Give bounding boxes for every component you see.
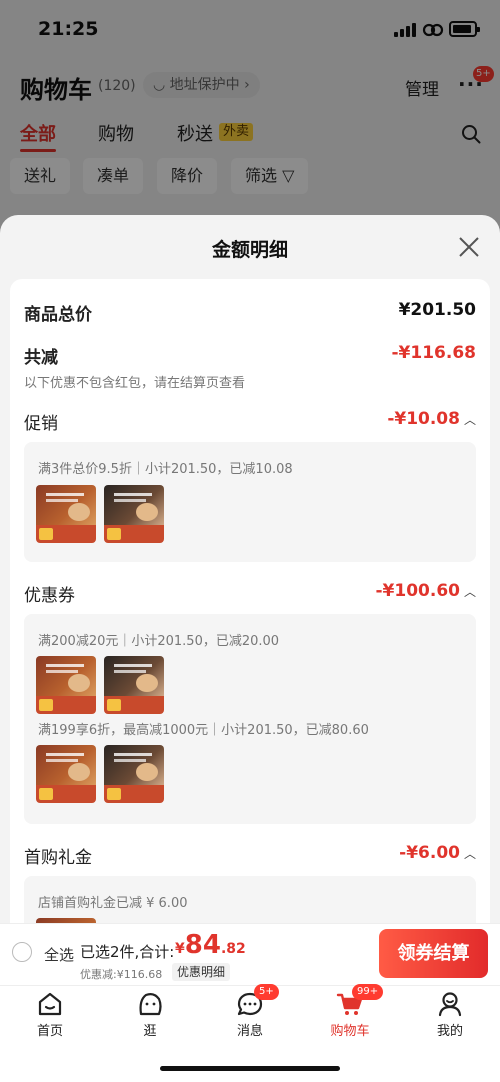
chevron-up-icon: ︿ <box>463 413 476 427</box>
product-thumb[interactable] <box>104 485 164 543</box>
tabbar-cart[interactable]: 99+ 购物车 <box>300 984 400 1046</box>
tabbar-profile[interactable]: 我的 <box>400 986 500 1046</box>
sheet-title: 金额明细 <box>211 239 288 261</box>
close-icon[interactable] <box>458 236 480 258</box>
tabbar-label: 逛 <box>143 1024 157 1039</box>
goods-total-value: ¥201.50 <box>398 300 476 320</box>
chevron-up-icon: ︿ <box>463 847 476 861</box>
tabbar-explore[interactable]: 逛 <box>100 986 200 1046</box>
coupon-toggle[interactable]: -¥100.60 ︿ <box>375 581 476 601</box>
total-integer: 84 <box>184 930 221 960</box>
total-decimal: .82 <box>220 941 246 957</box>
select-all-radio[interactable] <box>12 942 32 962</box>
goods-total-label: 商品总价 <box>24 305 92 325</box>
discount-detail-link[interactable]: 优惠明细 <box>172 963 231 981</box>
promotion-toggle[interactable]: -¥10.08 ︿ <box>387 409 476 429</box>
amount-detail-card: 商品总价 ¥201.50 共减 -¥116.68 以下优惠不包含红包，请在结算页… <box>10 279 490 999</box>
reduction-note: 以下优惠不包含红包，请在结算页查看 <box>24 376 246 391</box>
total-reduction-label: 共减 <box>24 348 58 368</box>
total-reduction-value: -¥116.68 <box>391 343 477 363</box>
promotion-line: 满3件总价9.5折｜小计201.50，已减10.08 <box>38 462 293 477</box>
select-all-label[interactable]: 全选 <box>44 944 74 965</box>
home-indicator[interactable] <box>160 1066 340 1071</box>
coupon-value: -¥100.60 <box>375 581 460 601</box>
first-purchase-toggle[interactable]: -¥6.00 ︿ <box>399 843 476 863</box>
coupon-label: 优惠券 <box>24 586 75 606</box>
checkout-bar: 全选 已选2件,合计: ¥84.82 优惠减:¥116.68 优惠明细 领券结算 <box>0 923 500 985</box>
product-thumb[interactable] <box>36 745 96 803</box>
profile-icon <box>438 992 462 1017</box>
promotion-value: -¥10.08 <box>387 409 460 429</box>
product-thumb[interactable] <box>36 485 96 543</box>
product-thumb[interactable] <box>104 656 164 714</box>
messages-badge: 5+ <box>254 984 279 1000</box>
home-icon <box>38 992 62 1016</box>
tabbar-label: 我的 <box>436 1024 463 1039</box>
product-thumb[interactable] <box>104 745 164 803</box>
first-purchase-label: 首购礼金 <box>24 848 92 868</box>
cart-badge: 99+ <box>352 984 384 1000</box>
tabbar-label: 消息 <box>236 1024 263 1039</box>
product-thumb[interactable] <box>36 656 96 714</box>
checkout-button[interactable]: 领券结算 <box>379 929 488 978</box>
first-purchase-line: 店铺首购礼金已减 ¥ 6.00 <box>38 896 188 911</box>
promotion-detail-box: 满3件总价9.5折｜小计201.50，已减10.08 <box>24 442 476 562</box>
tabbar-messages[interactable]: 5+ 消息 <box>200 984 300 1046</box>
selected-count: 已选2件,合计: <box>80 943 175 961</box>
chevron-up-icon: ︿ <box>463 585 476 599</box>
promotion-label: 促销 <box>24 414 58 434</box>
first-purchase-value: -¥6.00 <box>399 843 460 863</box>
explore-icon <box>139 993 162 1016</box>
coupon-line: 满199享6折，最高减1000元｜小计201.50，已减80.60 <box>38 723 369 738</box>
tabbar-home[interactable]: 首页 <box>0 986 100 1046</box>
discount-amount: 优惠减:¥116.68 <box>80 968 163 981</box>
tabbar-label: 首页 <box>36 1024 63 1039</box>
coupon-detail-box: 满200减20元｜小计201.50，已减20.00 满199享6折，最高减100… <box>24 614 476 824</box>
total-price: ¥84.82 <box>175 930 246 960</box>
coupon-line: 满200减20元｜小计201.50，已减20.00 <box>38 634 280 649</box>
tabbar-label: 购物车 <box>330 1024 370 1039</box>
total-currency: ¥ <box>175 941 185 957</box>
